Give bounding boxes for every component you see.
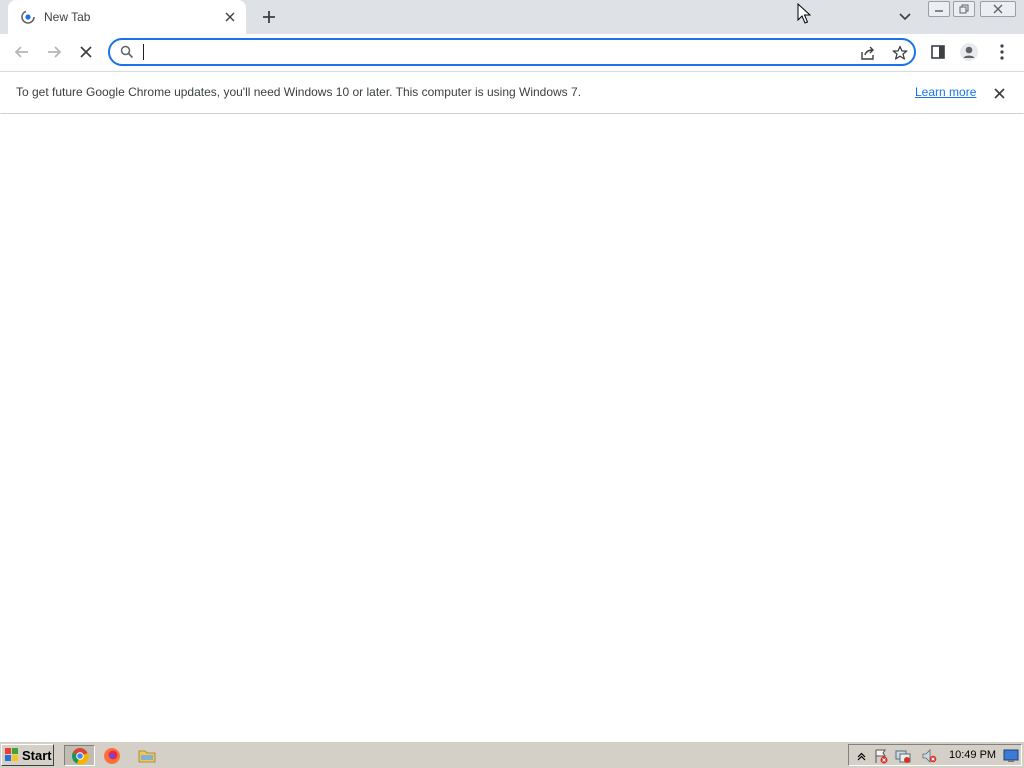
address-input[interactable] <box>142 43 842 61</box>
stop-loading-button[interactable] <box>74 40 98 64</box>
action-center-icon <box>875 749 888 764</box>
new-tab-button[interactable] <box>258 6 280 28</box>
tray-expand-icon <box>857 752 865 760</box>
tray-expand-button[interactable] <box>853 748 869 764</box>
close-icon <box>993 4 1003 14</box>
show-desktop-button[interactable] <box>1003 748 1019 764</box>
share-button[interactable] <box>858 43 878 63</box>
tray-volume[interactable] <box>921 748 937 764</box>
mouse-cursor-icon <box>797 3 811 24</box>
back-button[interactable] <box>10 40 34 64</box>
profile-button[interactable] <box>957 40 981 64</box>
chrome-loading-icon <box>20 9 36 25</box>
window-close-button[interactable] <box>980 1 1016 17</box>
taskbar-file-explorer[interactable] <box>133 745 161 766</box>
system-clock: 10:49 PM <box>949 749 997 761</box>
show-desktop-icon <box>1003 749 1019 762</box>
restore-icon <box>959 4 968 14</box>
text-caret <box>143 44 144 60</box>
forward-button[interactable] <box>42 40 66 64</box>
side-panel-icon <box>931 45 945 59</box>
file-explorer-icon <box>138 750 156 762</box>
learn-more-link[interactable]: Learn more <box>915 85 976 99</box>
side-panel-button[interactable] <box>926 40 950 64</box>
tab-strip: New Tab <box>0 0 1024 34</box>
arrow-left-icon <box>14 46 28 58</box>
taskbar-chrome[interactable] <box>64 745 95 766</box>
page-content <box>0 114 1024 741</box>
tab-new-tab[interactable]: New Tab <box>8 0 246 34</box>
minimize-icon <box>935 10 943 12</box>
taskbar: Start 10:49 PM <box>0 741 1024 768</box>
search-icon <box>120 45 134 59</box>
network-icon <box>895 750 911 763</box>
tab-title: New Tab <box>44 10 91 24</box>
address-bar[interactable] <box>108 38 916 66</box>
close-icon <box>993 87 1005 99</box>
arrow-right-icon <box>48 46 62 58</box>
chevron-down-icon <box>899 13 911 21</box>
browser-toolbar <box>0 34 1024 71</box>
plus-icon <box>263 11 275 23</box>
infobar-close-button[interactable] <box>991 85 1007 101</box>
close-icon[interactable] <box>222 9 238 25</box>
menu-button[interactable] <box>990 40 1014 64</box>
star-icon <box>892 45 908 60</box>
tray-action-center[interactable] <box>873 748 889 764</box>
update-infobar: To get future Google Chrome updates, you… <box>0 71 1024 113</box>
windows-logo-icon <box>5 748 18 761</box>
restore-button[interactable] <box>953 1 975 17</box>
tray-network[interactable] <box>895 748 911 764</box>
firefox-icon <box>104 747 120 764</box>
bookmark-button[interactable] <box>890 43 910 63</box>
taskbar-firefox[interactable] <box>98 745 126 766</box>
chrome-icon <box>71 747 89 764</box>
person-icon <box>960 43 978 61</box>
start-button[interactable]: Start <box>1 744 54 766</box>
system-tray: 10:49 PM <box>848 744 1022 766</box>
minimize-button[interactable] <box>928 1 950 17</box>
tab-search-button[interactable] <box>895 8 915 26</box>
infobar-message: To get future Google Chrome updates, you… <box>16 85 582 99</box>
kebab-menu-icon <box>1000 44 1004 60</box>
close-icon <box>80 46 92 58</box>
volume-muted-icon <box>922 749 937 763</box>
share-icon <box>861 46 874 60</box>
start-label: Start <box>22 747 52 763</box>
